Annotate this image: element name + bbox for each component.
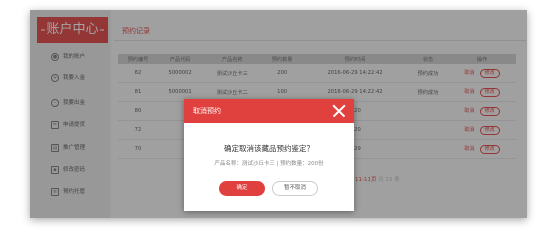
- confirm-message: 确定取消该藏品预约鉴定？: [224, 144, 314, 153]
- close-icon[interactable]: [330, 102, 348, 120]
- dialog-header: 取消预约: [184, 99, 354, 123]
- dialog-title: 取消预约: [193, 107, 221, 115]
- not-cancel-button[interactable]: 暂不取消: [272, 181, 318, 196]
- cancel-reservation-dialog: 取消预约 确定取消该藏品预约鉴定？ 产品名称：测试沙丘卡三 | 预约数量：200…: [184, 99, 354, 211]
- confirm-button[interactable]: 确定: [219, 181, 265, 196]
- product-info: 产品名称：测试沙丘卡三 | 预约数量：200份: [214, 161, 324, 167]
